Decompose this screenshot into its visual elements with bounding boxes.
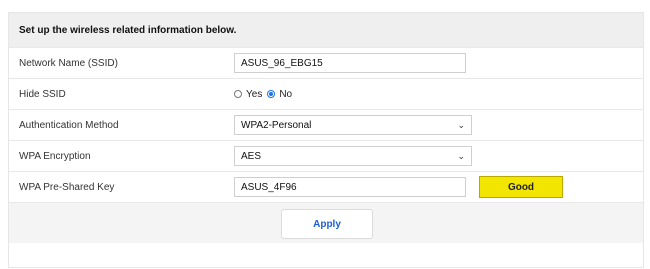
- auth-method-value: WPA2-Personal: [241, 119, 312, 131]
- psk-label: WPA Pre-Shared Key: [19, 181, 115, 193]
- row-auth-method: Authentication Method WPA2-Personal ⌄: [9, 109, 643, 140]
- chevron-down-icon: ⌄: [457, 150, 465, 161]
- panel-header: Set up the wireless related information …: [9, 13, 643, 47]
- auth-method-label: Authentication Method: [19, 119, 119, 131]
- hide-ssid-yes-radio[interactable]: [234, 90, 242, 98]
- wpa-encryption-select[interactable]: AES ⌄: [234, 146, 472, 166]
- hide-ssid-yes-label[interactable]: Yes: [246, 89, 262, 100]
- psk-strength-label: Good: [507, 181, 535, 193]
- hide-ssid-no-label[interactable]: No: [279, 89, 292, 100]
- panel-title: Set up the wireless related information …: [19, 24, 237, 36]
- panel-footer: Apply: [9, 202, 643, 243]
- row-hide-ssid: Hide SSID Yes No: [9, 78, 643, 109]
- psk-input[interactable]: ASUS_4F96: [234, 177, 466, 197]
- hide-ssid-label: Hide SSID: [19, 88, 66, 100]
- ssid-label: Network Name (SSID): [19, 57, 118, 69]
- hide-ssid-no-radio[interactable]: [267, 90, 276, 98]
- chevron-down-icon: ⌄: [457, 119, 465, 130]
- psk-strength-badge: Good: [479, 176, 563, 198]
- apply-button[interactable]: Apply: [281, 209, 373, 239]
- row-ssid: Network Name (SSID) ASUS_96_EBG15: [9, 47, 643, 78]
- row-wpa-encryption: WPA Encryption AES ⌄: [9, 140, 643, 171]
- ssid-input[interactable]: ASUS_96_EBG15: [234, 53, 466, 73]
- wireless-settings-panel: Set up the wireless related information …: [8, 12, 644, 268]
- auth-method-select[interactable]: WPA2-Personal ⌄: [234, 115, 472, 135]
- row-psk: WPA Pre-Shared Key ASUS_4F96 Good: [9, 171, 643, 202]
- apply-button-label: Apply: [313, 218, 341, 230]
- wpa-encryption-value: AES: [241, 150, 262, 162]
- hide-ssid-radio-group: Yes No: [234, 89, 292, 100]
- psk-value: ASUS_4F96: [241, 181, 297, 193]
- ssid-value: ASUS_96_EBG15: [241, 57, 323, 69]
- wpa-encryption-label: WPA Encryption: [19, 150, 91, 162]
